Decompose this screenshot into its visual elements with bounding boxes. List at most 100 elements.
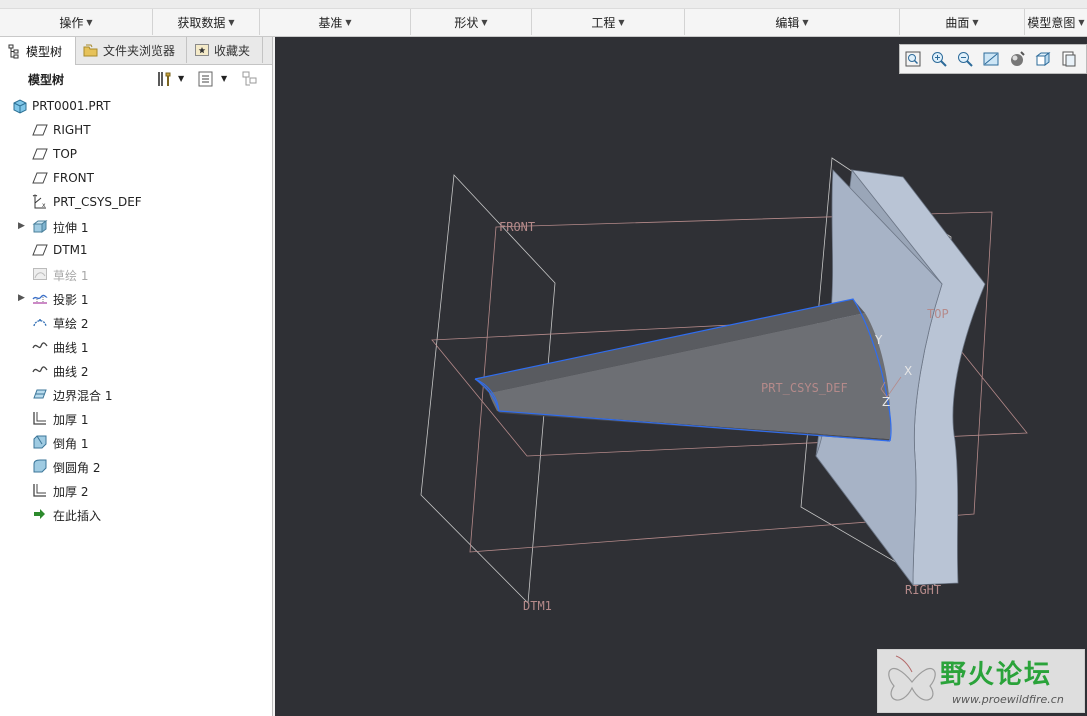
chevron-down-icon: ▼ xyxy=(1078,17,1085,27)
ribbon-group-label: 模型意图 xyxy=(1027,15,1076,30)
tree-item-sketch-1[interactable]: 草绘 1 xyxy=(0,263,268,285)
navigator-tabs: 模型树 文件夹浏览器 收藏夹 xyxy=(0,37,272,65)
settings-tools-icon[interactable] xyxy=(154,69,174,89)
part-icon xyxy=(12,98,28,114)
filter-icon[interactable] xyxy=(240,69,260,89)
tree-item-label: DTM1 xyxy=(53,243,88,257)
chevron-down-icon: ▼ xyxy=(972,17,979,27)
ribbon-group-shapes[interactable]: 形状 ▼ xyxy=(411,9,532,35)
tree-item-label: 投影 1 xyxy=(53,293,89,307)
tree-item-dtm1[interactable]: DTM1 xyxy=(0,239,268,261)
tab-folder-browser[interactable]: 文件夹浏览器 xyxy=(77,37,187,63)
tree-item-label: PRT_CSYS_DEF xyxy=(53,195,142,209)
graphics-viewport[interactable]: FRONT TOP RIGHT DTM1 PRT_CSYS_DEF Y X Z xyxy=(275,37,1087,716)
tree-item-label: 草绘 2 xyxy=(53,317,89,331)
tree-item-label: TOP xyxy=(53,147,78,161)
tree-item-label: 草绘 1 xyxy=(53,269,89,283)
thicken-icon xyxy=(32,410,48,426)
ribbon-group-label: 编辑 xyxy=(775,15,800,30)
ribbon-group-label: 获取数据 xyxy=(177,15,226,30)
favorites-icon xyxy=(194,42,210,58)
tree-item-thicken-2[interactable]: 加厚 2 xyxy=(0,479,268,501)
tree-item-right[interactable]: RIGHT xyxy=(0,119,268,141)
chevron-down-icon[interactable]: ▼ xyxy=(178,74,188,94)
ribbon-group-label: 操作 xyxy=(59,15,84,30)
chevron-down-icon: ▼ xyxy=(481,17,488,27)
tree-item-label: 加厚 1 xyxy=(53,413,89,427)
right-label: RIGHT xyxy=(905,583,941,597)
tab-label: 模型树 xyxy=(26,44,63,59)
svg-text:x: x xyxy=(42,202,46,209)
ribbon-group-label: 工程 xyxy=(591,15,616,30)
show-list-icon[interactable] xyxy=(196,69,216,89)
expand-arrow-icon[interactable]: ▶ xyxy=(18,293,25,303)
tree-item-insert-here[interactable]: 在此插入 xyxy=(0,503,268,525)
chevron-down-icon: ▼ xyxy=(618,17,625,27)
tree-item-projection-1[interactable]: ▶ 投影 1 xyxy=(0,287,268,309)
ribbon-group-surfaces[interactable]: 曲面 ▼ xyxy=(900,9,1025,35)
tree-item-curve-2[interactable]: 曲线 2 xyxy=(0,359,268,381)
tree-item-label: RIGHT xyxy=(53,123,91,137)
insert-here-arrow-icon xyxy=(32,506,48,522)
chevron-down-icon: ▼ xyxy=(228,17,235,27)
butterfly-logo-icon xyxy=(888,655,936,701)
projection-icon xyxy=(32,290,48,306)
tree-item-front[interactable]: FRONT xyxy=(0,167,268,189)
tree-item-round-2[interactable]: 倒圆角 2 xyxy=(0,455,268,477)
tree-item-sketch-2[interactable]: 草绘 2 xyxy=(0,311,268,333)
ribbon-button-strip xyxy=(0,0,1087,9)
navigator-panel: 模型树 文件夹浏览器 收藏夹 模型树 ▼ ▼ PRT0001.PRT RIGHT… xyxy=(0,37,273,716)
tree-item-label: 倒圆角 2 xyxy=(53,461,101,475)
chevron-down-icon[interactable]: ▼ xyxy=(221,74,231,94)
model-tree-icon xyxy=(6,43,22,59)
csys-icon: x xyxy=(32,194,48,210)
sketch-icon xyxy=(32,266,48,282)
ribbon-group-editing[interactable]: 编辑 ▼ xyxy=(685,9,900,35)
expand-arrow-icon[interactable]: ▶ xyxy=(18,221,25,231)
tree-item-label: 在此插入 xyxy=(53,509,102,523)
forum-watermark: 野火论坛 www.proewildfire.cn xyxy=(877,649,1085,713)
curve-icon xyxy=(32,362,48,378)
sketch-icon xyxy=(32,314,48,330)
chevron-down-icon: ▼ xyxy=(86,17,93,27)
axis-y-label: Y xyxy=(874,333,883,347)
model-canvas[interactable]: FRONT TOP RIGHT DTM1 PRT_CSYS_DEF Y X Z xyxy=(275,37,1087,716)
tab-label: 文件夹浏览器 xyxy=(103,43,176,58)
ribbon-group-operations[interactable]: 操作 ▼ xyxy=(0,9,153,35)
ribbon-group-engineering[interactable]: 工程 ▼ xyxy=(532,9,685,35)
watermark-url: www.proewildfire.cn xyxy=(952,693,1064,706)
axis-x-label: X xyxy=(904,364,912,378)
tree-item-csys[interactable]: x PRT_CSYS_DEF xyxy=(0,191,268,213)
tree-item-extrude-1[interactable]: ▶ 拉伸 1 xyxy=(0,215,268,237)
dtm1-label: DTM1 xyxy=(523,599,552,613)
ribbon-group-bar: 操作 ▼ 获取数据 ▼ 基准 ▼ 形状 ▼ 工程 ▼ 编辑 ▼ 曲面 ▼ 模型意图 ▼ xyxy=(0,0,1087,37)
tab-label: 收藏夹 xyxy=(214,43,251,58)
chevron-down-icon: ▼ xyxy=(802,17,809,27)
ribbon-group-label: 曲面 xyxy=(945,15,970,30)
datum-plane-icon xyxy=(32,122,48,138)
datum-plane-icon xyxy=(32,242,48,258)
ribbon-group-label: 基准 xyxy=(318,15,343,30)
tree-item-chamfer-1[interactable]: 倒角 1 xyxy=(0,431,268,453)
tree-item-label: 边界混合 1 xyxy=(53,389,113,403)
folder-icon xyxy=(83,42,99,58)
ribbon-group-datum[interactable]: 基准 ▼ xyxy=(260,9,411,35)
round-icon xyxy=(32,458,48,474)
tree-item-top[interactable]: TOP xyxy=(0,143,268,165)
tree-item-boundary-blend-1[interactable]: 边界混合 1 xyxy=(0,383,268,405)
ribbon-group-get-data[interactable]: 获取数据 ▼ xyxy=(153,9,260,35)
tree-item-thicken-1[interactable]: 加厚 1 xyxy=(0,407,268,429)
curve-icon xyxy=(32,338,48,354)
datum-plane-icon xyxy=(32,170,48,186)
ribbon-group-model-intent[interactable]: 模型意图 ▼ xyxy=(1025,9,1087,35)
thicken-icon xyxy=(32,482,48,498)
tab-favorites[interactable]: 收藏夹 xyxy=(188,37,263,63)
tree-item-curve-1[interactable]: 曲线 1 xyxy=(0,335,268,357)
ribbon-group-label: 形状 xyxy=(454,15,479,30)
tree-item-label: 拉伸 1 xyxy=(53,221,89,235)
tree-item-part[interactable]: PRT0001.PRT xyxy=(0,95,268,117)
tab-model-tree[interactable]: 模型树 xyxy=(0,37,76,65)
chevron-down-icon: ▼ xyxy=(345,17,352,27)
tree-item-label: 倒角 1 xyxy=(53,437,89,451)
chamfer-icon xyxy=(32,434,48,450)
